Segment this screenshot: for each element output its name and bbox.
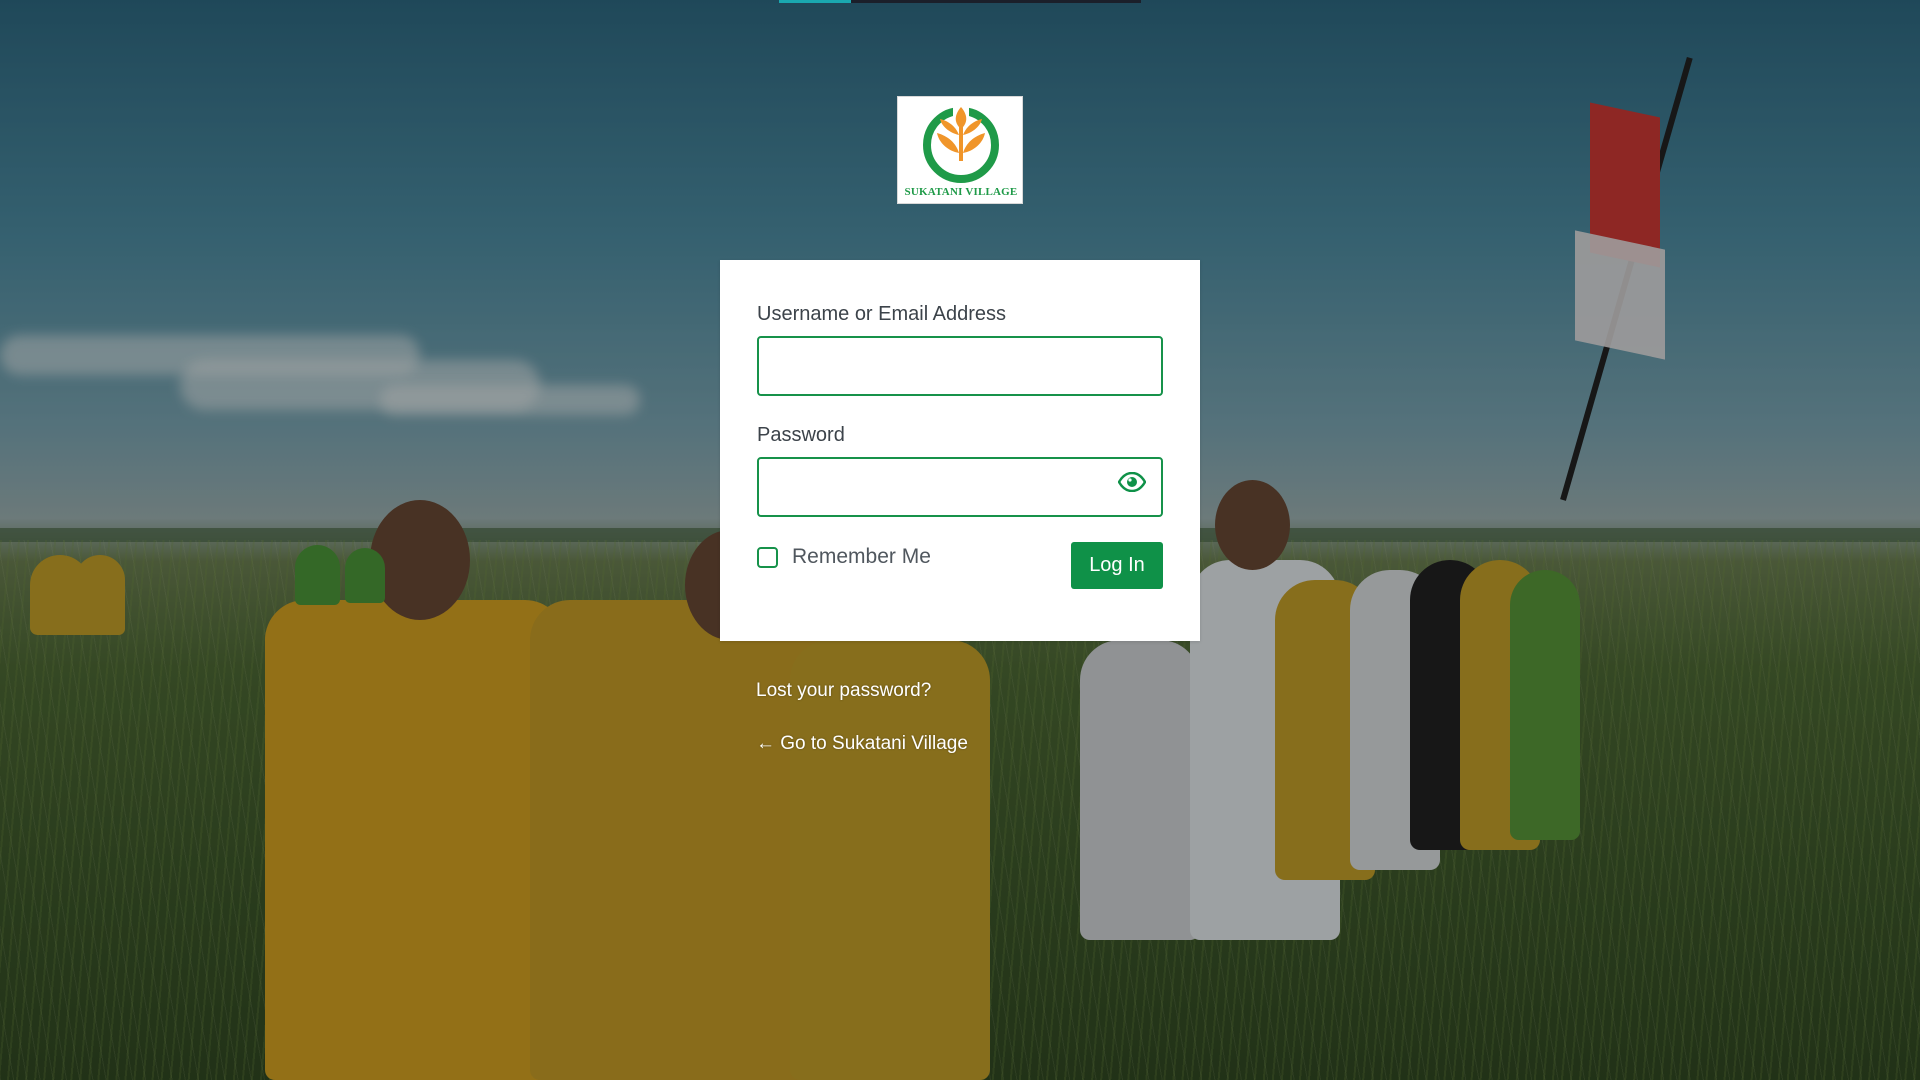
remember-me-label[interactable]: Remember Me [792, 545, 931, 569]
password-label: Password [757, 424, 845, 446]
username-label: Username or Email Address [757, 303, 1006, 325]
eye-icon [1118, 472, 1146, 492]
remember-me-checkbox[interactable] [757, 547, 778, 568]
loading-bar-progress [779, 0, 851, 3]
username-input[interactable] [757, 336, 1163, 396]
log-in-button[interactable]: Log In [1071, 542, 1163, 589]
lost-password-link[interactable]: Lost your password? [756, 680, 931, 702]
back-to-site-link[interactable]: ← Go to Sukatani Village [756, 733, 968, 755]
loading-bar-track [851, 0, 1141, 3]
wheat-logo-icon [923, 103, 999, 183]
site-logo[interactable]: SUKATANI VILLAGE [897, 96, 1023, 204]
login-form: Username or Email Address Password Remem… [720, 260, 1200, 641]
logo-text: SUKATANI VILLAGE [904, 186, 1018, 198]
password-input[interactable] [757, 457, 1163, 517]
show-password-button[interactable] [1114, 465, 1150, 499]
